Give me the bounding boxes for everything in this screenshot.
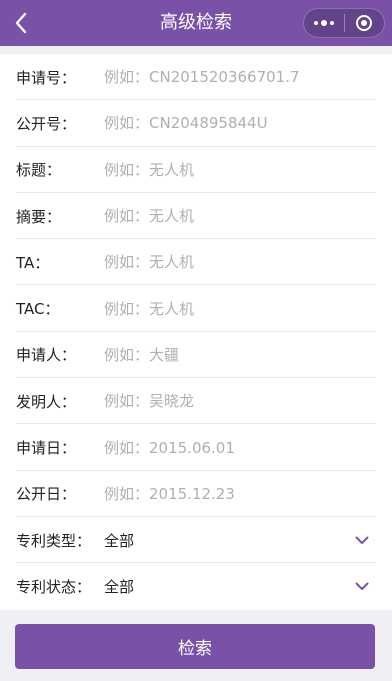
patent-type-value: 全部	[104, 531, 135, 550]
field-label: TA：	[16, 253, 50, 272]
more-button[interactable]	[304, 9, 344, 37]
field-ta: TA：	[0, 239, 392, 286]
field-label: 专利状态：	[16, 577, 92, 596]
field-label: 专利类型：	[16, 531, 92, 550]
abstract-input[interactable]	[104, 201, 392, 232]
application-number-input[interactable]	[104, 62, 392, 93]
field-applicant: 申请人：	[0, 332, 392, 379]
field-label: 申请人：	[16, 346, 77, 365]
search-button[interactable]: 检索	[15, 624, 375, 669]
field-label: TAC：	[16, 300, 60, 319]
applicant-input[interactable]	[104, 339, 392, 370]
ta-input[interactable]	[104, 247, 392, 278]
field-tac: TAC：	[0, 285, 392, 333]
field-application-date: 申请日：	[0, 424, 392, 471]
application-date-input[interactable]	[104, 432, 392, 463]
tac-input[interactable]	[104, 293, 392, 324]
publication-date-input[interactable]	[104, 478, 392, 509]
field-inventor: 发明人：	[0, 378, 392, 425]
chevron-down-icon	[342, 582, 382, 591]
target-icon	[356, 15, 373, 31]
field-label: 摘要：	[16, 207, 62, 226]
field-label: 标题：	[16, 161, 62, 180]
field-publication-date: 公开日：	[0, 471, 392, 518]
title-input[interactable]	[104, 154, 392, 185]
inventor-input[interactable]	[104, 386, 392, 417]
search-form: 申请号： 公开号： 标题： 摘要： TA： TAC： 申请人： 发明人： 申请日…	[0, 54, 392, 610]
more-icon	[313, 20, 334, 26]
mini-program-capsule	[303, 8, 385, 38]
patent-type-select[interactable]: 专利类型： 全部	[0, 517, 392, 564]
field-label: 发明人：	[16, 392, 77, 411]
field-publication-number: 公开号：	[0, 100, 392, 147]
field-label: 申请号：	[16, 68, 77, 87]
close-button[interactable]	[344, 9, 384, 37]
chevron-down-icon	[342, 536, 382, 545]
publication-number-input[interactable]	[104, 108, 392, 139]
field-abstract: 摘要：	[0, 193, 392, 240]
patent-status-select[interactable]: 专利状态： 全部	[0, 563, 392, 609]
field-label: 申请日：	[16, 439, 77, 458]
field-title: 标题：	[0, 147, 392, 194]
nav-bar: 高级检索	[0, 0, 392, 46]
field-label: 公开号：	[16, 114, 77, 133]
field-label: 公开日：	[16, 485, 77, 504]
patent-status-value: 全部	[104, 577, 135, 596]
field-application-number: 申请号：	[0, 54, 392, 101]
